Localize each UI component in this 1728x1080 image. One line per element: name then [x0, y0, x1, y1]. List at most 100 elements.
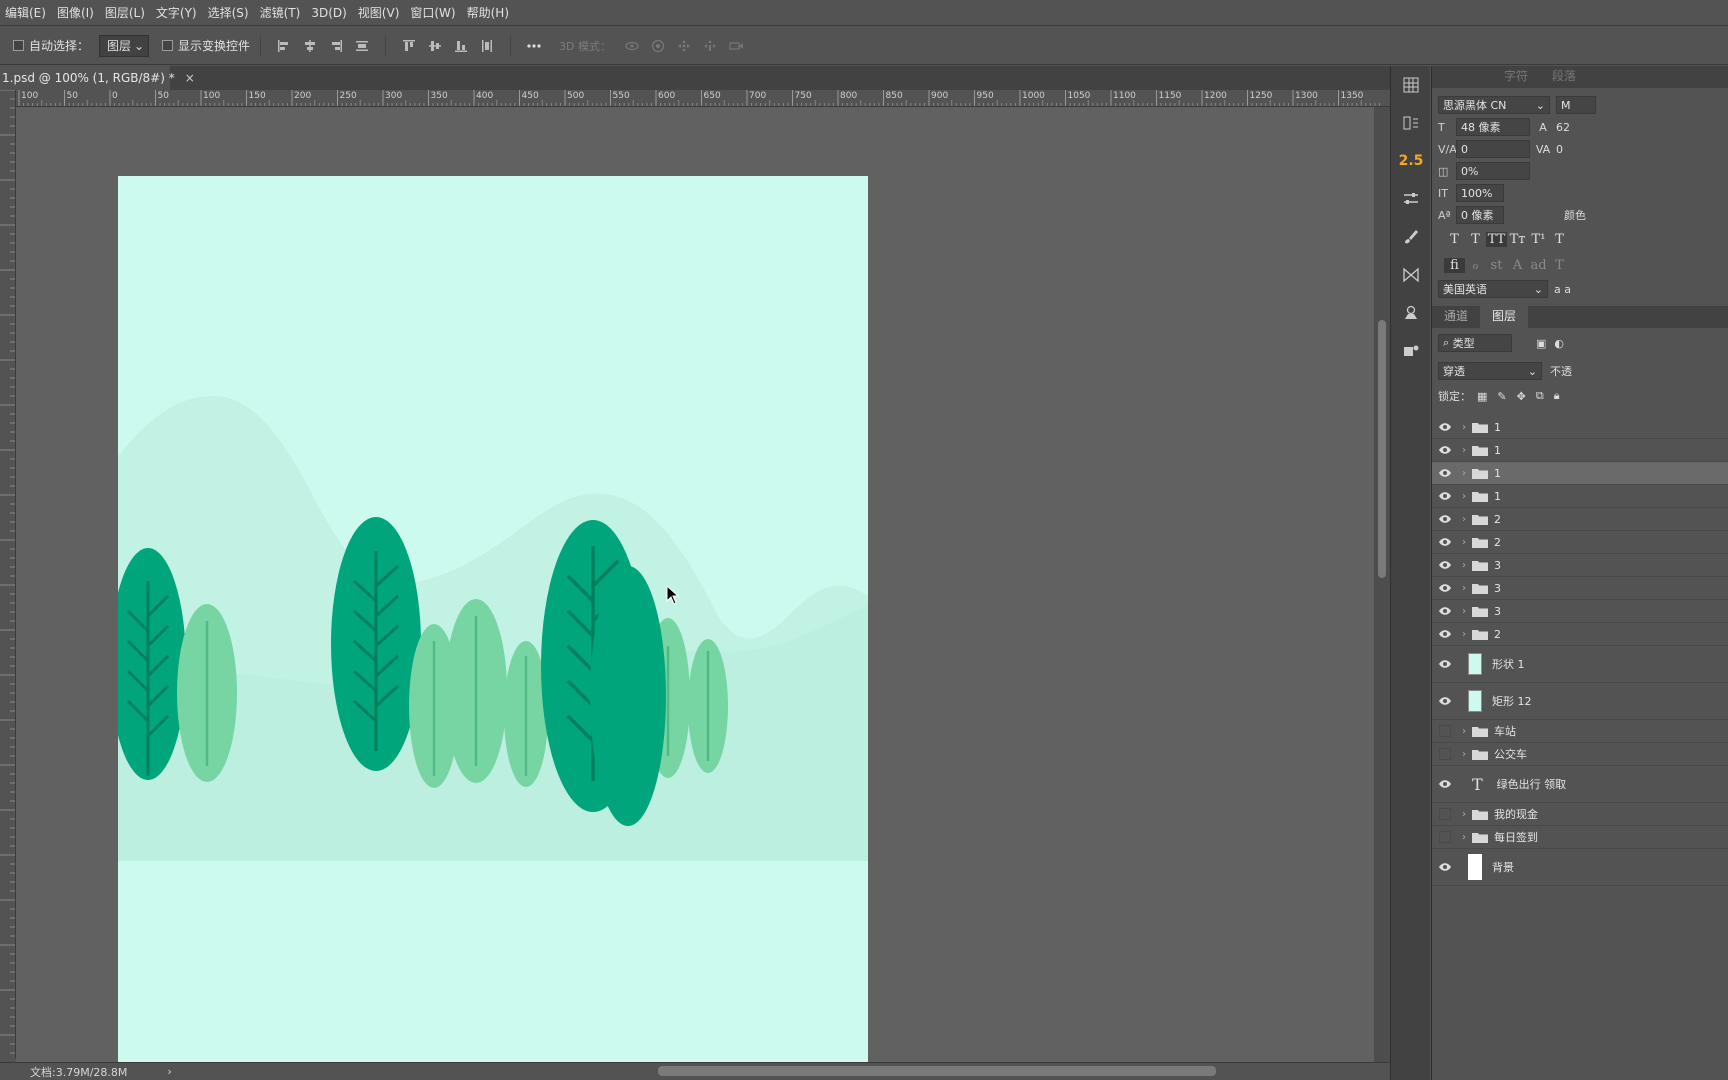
status-menu-arrow[interactable]: › — [167, 1065, 171, 1078]
chevron-right-icon[interactable]: › — [1458, 537, 1470, 548]
layer-row[interactable]: › 车站 — [1432, 720, 1728, 743]
dock-item-history[interactable] — [1391, 104, 1431, 142]
layer-row[interactable]: › 2 — [1432, 531, 1728, 554]
lock-artboard-icon[interactable]: ⧉ — [1536, 389, 1544, 403]
pan-3d-icon[interactable] — [676, 38, 692, 54]
chevron-right-icon[interactable]: › — [1458, 749, 1470, 760]
layer-filter-select[interactable]: ⌕ 类型 — [1438, 334, 1512, 352]
menu-item-9[interactable]: 帮助(H) — [462, 4, 515, 21]
font-size-input[interactable]: 48 像素 — [1456, 118, 1530, 136]
chevron-right-icon[interactable]: › — [1458, 809, 1470, 820]
layer-row[interactable]: 矩形 12 — [1432, 683, 1728, 720]
menu-item-1[interactable]: 图像(I) — [52, 4, 100, 21]
dock-item-properties[interactable] — [1391, 256, 1431, 294]
lock-pixels-icon[interactable]: ▦ — [1477, 390, 1487, 403]
layer-row[interactable]: › 公交车 — [1432, 743, 1728, 766]
show-transform-checkbox[interactable] — [162, 40, 174, 51]
leading-value[interactable]: 62 — [1556, 121, 1570, 134]
baseline-shift-input[interactable]: 0 像素 — [1456, 206, 1504, 224]
align-vcenter-icon[interactable] — [427, 38, 443, 54]
opentype-button-0[interactable]: fi — [1444, 257, 1465, 273]
chevron-right-icon[interactable]: › — [1458, 606, 1470, 617]
menu-item-0[interactable]: 编辑(E) — [0, 4, 52, 21]
layer-row[interactable]: › 3 — [1432, 554, 1728, 577]
align-top-icon[interactable] — [401, 38, 417, 54]
roll-3d-icon[interactable] — [650, 38, 666, 54]
dock-item-grid[interactable] — [1391, 66, 1431, 104]
layer-row[interactable]: › 2 — [1432, 508, 1728, 531]
vertical-scrollbar-thumb[interactable] — [1378, 320, 1386, 578]
menu-item-5[interactable]: 滤镜(T) — [255, 4, 307, 21]
chevron-right-icon[interactable]: › — [1458, 468, 1470, 479]
antialias-label[interactable]: a a — [1554, 283, 1571, 296]
type-style-button-5[interactable]: T — [1549, 232, 1570, 247]
eye-icon[interactable] — [1432, 422, 1458, 432]
opentype-button-2[interactable]: st — [1486, 258, 1507, 273]
layer-row[interactable]: › 我的现金 — [1432, 803, 1728, 826]
eye-icon[interactable] — [1432, 468, 1458, 478]
horizontal-scrollbar-thumb[interactable] — [658, 1066, 1216, 1076]
align-bottom-icon[interactable] — [453, 38, 469, 54]
chevron-right-icon[interactable]: › — [1458, 583, 1470, 594]
eye-icon[interactable] — [1432, 560, 1458, 570]
tracking-value[interactable]: 0 — [1556, 143, 1563, 156]
tab-character[interactable]: 字符 — [1492, 63, 1540, 88]
layer-row[interactable]: › 1 — [1432, 462, 1728, 485]
dock-item-brush[interactable] — [1391, 218, 1431, 256]
language-select[interactable]: 美国英语 ⌄ — [1438, 280, 1548, 298]
menu-item-4[interactable]: 选择(S) — [203, 4, 255, 21]
eye-icon[interactable] — [1432, 445, 1458, 455]
eye-icon[interactable] — [1432, 514, 1458, 524]
eye-icon[interactable] — [1432, 862, 1458, 872]
opentype-button-4[interactable]: ad — [1528, 258, 1549, 273]
close-icon[interactable]: × — [185, 71, 195, 85]
scale-3d-icon[interactable] — [728, 38, 744, 54]
layer-row[interactable]: › 1 — [1432, 416, 1728, 439]
auto-select-dropdown[interactable]: 图层 ⌄ — [99, 34, 150, 57]
menu-item-2[interactable]: 图层(L) — [100, 4, 151, 21]
vertical-scrollbar[interactable] — [1374, 107, 1390, 1062]
menu-item-8[interactable]: 窗口(W) — [405, 4, 461, 21]
document-tab[interactable]: 1.psd @ 100% (1, RGB/8#) * × — [0, 66, 195, 90]
visibility-toggle[interactable] — [1439, 725, 1451, 737]
menu-item-6[interactable]: 3D(D) — [306, 6, 352, 20]
chevron-right-icon[interactable]: › — [1458, 491, 1470, 502]
menu-item-3[interactable]: 文字(Y) — [151, 4, 203, 21]
align-right-icon[interactable] — [328, 38, 344, 54]
chevron-right-icon[interactable]: › — [1458, 514, 1470, 525]
dock-item-puppet[interactable] — [1391, 294, 1431, 332]
chevron-right-icon[interactable]: › — [1458, 445, 1470, 456]
type-style-button-4[interactable]: T¹ — [1528, 232, 1549, 247]
eye-icon[interactable] — [1432, 779, 1458, 789]
eye-icon[interactable] — [1432, 629, 1458, 639]
chevron-right-icon[interactable]: › — [1458, 832, 1470, 843]
more-options-icon[interactable] — [526, 38, 542, 54]
eye-icon[interactable] — [1432, 583, 1458, 593]
visibility-toggle[interactable] — [1439, 808, 1451, 820]
lock-all-icon[interactable]: 🔒︎ — [1554, 389, 1560, 403]
opentype-button-5[interactable]: T — [1549, 258, 1570, 273]
dock-item-badge[interactable]: 2.5 — [1391, 142, 1431, 180]
image-filter-icon[interactable]: ▣ — [1536, 337, 1546, 350]
chevron-right-icon[interactable]: › — [1458, 560, 1470, 571]
eye-icon[interactable] — [1432, 491, 1458, 501]
chevron-right-icon[interactable]: › — [1458, 726, 1470, 737]
type-style-button-0[interactable]: T — [1444, 232, 1465, 247]
align-hcenter-icon[interactable] — [302, 38, 318, 54]
visibility-toggle[interactable] — [1439, 831, 1451, 843]
blend-mode-select[interactable]: 穿透 ⌄ — [1438, 362, 1542, 380]
layer-row[interactable]: 形状 1 — [1432, 646, 1728, 683]
tab-paragraph[interactable]: 段落 — [1540, 63, 1588, 88]
eye-icon[interactable] — [1432, 659, 1458, 669]
distribute-horizontal-icon[interactable] — [479, 38, 495, 54]
type-style-button-1[interactable]: T — [1465, 232, 1486, 247]
layer-row[interactable]: › 2 — [1432, 623, 1728, 646]
chevron-right-icon[interactable]: › — [1458, 422, 1470, 433]
lock-paint-icon[interactable]: ✎ — [1497, 390, 1506, 403]
visibility-toggle[interactable] — [1439, 748, 1451, 760]
layer-row[interactable]: › 3 — [1432, 600, 1728, 623]
vertical-scale-input[interactable]: 100% — [1456, 184, 1504, 202]
distribute-vertical-icon[interactable] — [354, 38, 370, 54]
slide-3d-icon[interactable] — [702, 38, 718, 54]
orbit-3d-icon[interactable] — [624, 38, 640, 54]
